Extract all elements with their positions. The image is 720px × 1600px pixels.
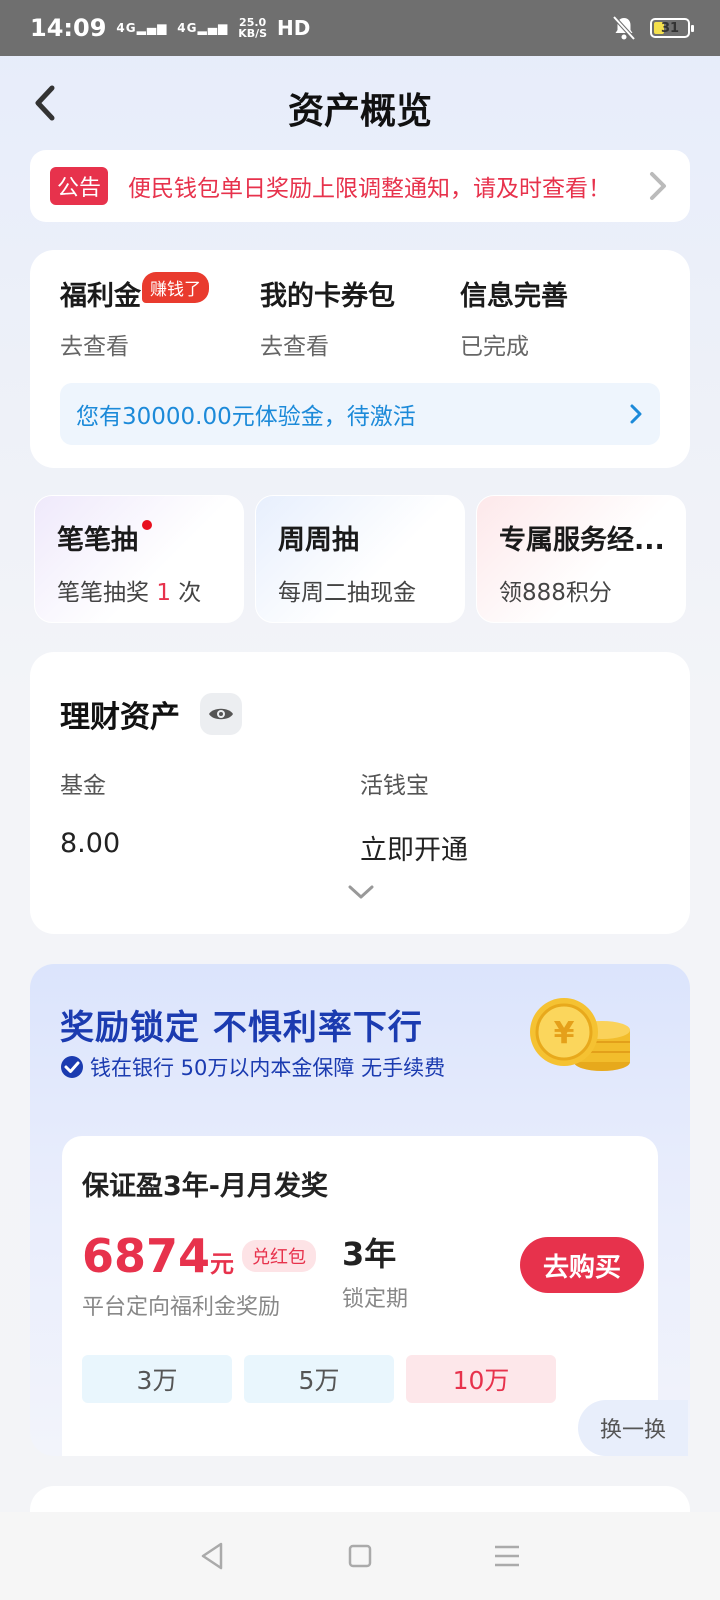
welfare-sub: 已完成 xyxy=(460,334,529,360)
card-sub: 领888积分 xyxy=(499,580,612,606)
reward-amount: 6874 xyxy=(82,1229,211,1283)
welfare-sub: 去查看 xyxy=(260,334,329,360)
check-circle-icon xyxy=(61,1056,83,1078)
eye-icon[interactable] xyxy=(200,693,242,735)
battery-icon: 31 xyxy=(650,18,694,38)
chevron-right-icon xyxy=(630,404,642,424)
welfare-title: 我的卡券包 xyxy=(260,281,395,312)
welfare-title: 信息完善 xyxy=(460,281,568,312)
nav-menu-icon[interactable] xyxy=(489,1538,525,1574)
battery-percent: 31 xyxy=(660,20,680,36)
notice-tag: 公告 xyxy=(50,167,109,205)
card-title: 专属服务经... xyxy=(499,525,663,556)
notice-bar[interactable]: 公告 便民钱包单日奖励上限调整通知，请及时查看！ xyxy=(30,150,690,222)
signal-icon-2: 4G▂▄▆ xyxy=(177,21,229,35)
amount-options: 3万 5万 10万 xyxy=(82,1355,638,1403)
assets-card: 理财资产 基金 8.00 活钱宝 立即开通 xyxy=(30,652,690,934)
welfare-item-info[interactable]: 信息完善 已完成 xyxy=(460,274,660,361)
status-time: 14:09 xyxy=(30,14,107,42)
hd-indicator: HD xyxy=(277,16,311,40)
card-every-draw[interactable]: 笔笔抽 笔笔抽奖 1 次 xyxy=(34,495,244,623)
trial-fund-text: 您有30000.00元体验金，待激活 xyxy=(76,404,416,430)
notice-text: 便民钱包单日奖励上限调整通知，请及时查看！ xyxy=(128,176,612,202)
svg-text:¥: ¥ xyxy=(554,1016,575,1051)
asset-value: 8.00 xyxy=(60,828,121,859)
card-sub: 每周二抽现金 xyxy=(278,580,416,606)
trial-fund-banner[interactable]: 您有30000.00元体验金，待激活 xyxy=(60,383,660,445)
card-title: 周周抽 xyxy=(278,525,359,556)
earn-badge: 赚钱了 xyxy=(142,272,209,303)
amount-option[interactable]: 5万 xyxy=(244,1355,394,1403)
reward-unit: 元 xyxy=(210,1250,235,1278)
welfare-card: 福利金 赚钱了 去查看 我的卡券包 去查看 信息完善 已完成 您有30000.0… xyxy=(30,250,690,468)
page-header: 资产概览 xyxy=(0,56,720,152)
card-weekly-draw[interactable]: 周周抽 每周二抽现金 xyxy=(255,495,465,623)
status-bar: 14:09 4G▂▄▆ 4G▂▄▆ 25.0 KB/S HD 31 xyxy=(0,0,720,56)
card-title: 笔笔抽 xyxy=(57,525,138,556)
asset-label: 基金 xyxy=(60,773,106,799)
amount-option[interactable]: 3万 xyxy=(82,1355,232,1403)
welfare-sub: 去查看 xyxy=(60,334,129,360)
nav-back-icon[interactable] xyxy=(195,1538,231,1574)
gold-coins-icon: ¥ xyxy=(530,998,630,1071)
redpack-badge: 兑红包 xyxy=(242,1240,317,1272)
card-service-manager[interactable]: 专属服务经... 领888积分 xyxy=(476,495,686,623)
bell-off-icon xyxy=(612,15,636,41)
product-card: 保证盈3年-月月发奖 6874 元 兑红包 平台定向福利金奖励 3年 锁定期 去… xyxy=(62,1136,658,1456)
product-name: 保证盈3年-月月发奖 xyxy=(82,1171,328,1202)
activity-cards: 笔笔抽 笔笔抽奖 1 次 周周抽 每周二抽现金 专属服务经... 领888积分 xyxy=(34,495,686,623)
network-speed: 25.0 KB/S xyxy=(238,16,268,40)
signal-icon-1: 4G▂▄▆ xyxy=(116,21,168,35)
chevron-down-icon[interactable] xyxy=(348,884,374,900)
asset-label: 活钱宝 xyxy=(360,773,429,799)
card-sub: 笔笔抽奖 1 次 xyxy=(57,580,202,606)
lock-period-value: 3年 xyxy=(342,1235,397,1273)
promo-subtitle: 钱在银行 50万以内本金保障 无手续费 xyxy=(60,1052,445,1082)
draw-count: 1 xyxy=(156,580,171,606)
welfare-item-coupons[interactable]: 我的卡券包 去查看 xyxy=(260,274,460,361)
asset-value: 立即开通 xyxy=(360,835,468,866)
asset-huoqianbao[interactable]: 活钱宝 立即开通 xyxy=(360,766,660,867)
assets-title: 理财资产 xyxy=(60,700,180,735)
nav-home-icon[interactable] xyxy=(342,1538,378,1574)
system-nav-bar xyxy=(0,1512,720,1600)
chevron-right-icon xyxy=(650,172,666,200)
asset-fund[interactable]: 基金 8.00 xyxy=(60,766,360,867)
page-title: 资产概览 xyxy=(287,91,432,132)
promo-title: 奖励锁定 不惧利率下行 xyxy=(60,1008,423,1048)
welfare-item-fund[interactable]: 福利金 赚钱了 去查看 xyxy=(60,272,260,361)
reward-label: 平台定向福利金奖励 xyxy=(82,1295,281,1320)
amount-option[interactable]: 10万 xyxy=(406,1355,556,1403)
buy-button[interactable]: 去购买 xyxy=(520,1237,644,1293)
swap-button[interactable]: 换一换 xyxy=(578,1400,688,1456)
red-dot-indicator xyxy=(142,520,152,530)
promo-card: 奖励锁定 不惧利率下行 钱在银行 50万以内本金保障 无手续费 ¥ 保证盈3年-… xyxy=(30,964,690,1456)
lock-period-label: 锁定期 xyxy=(342,1287,409,1312)
